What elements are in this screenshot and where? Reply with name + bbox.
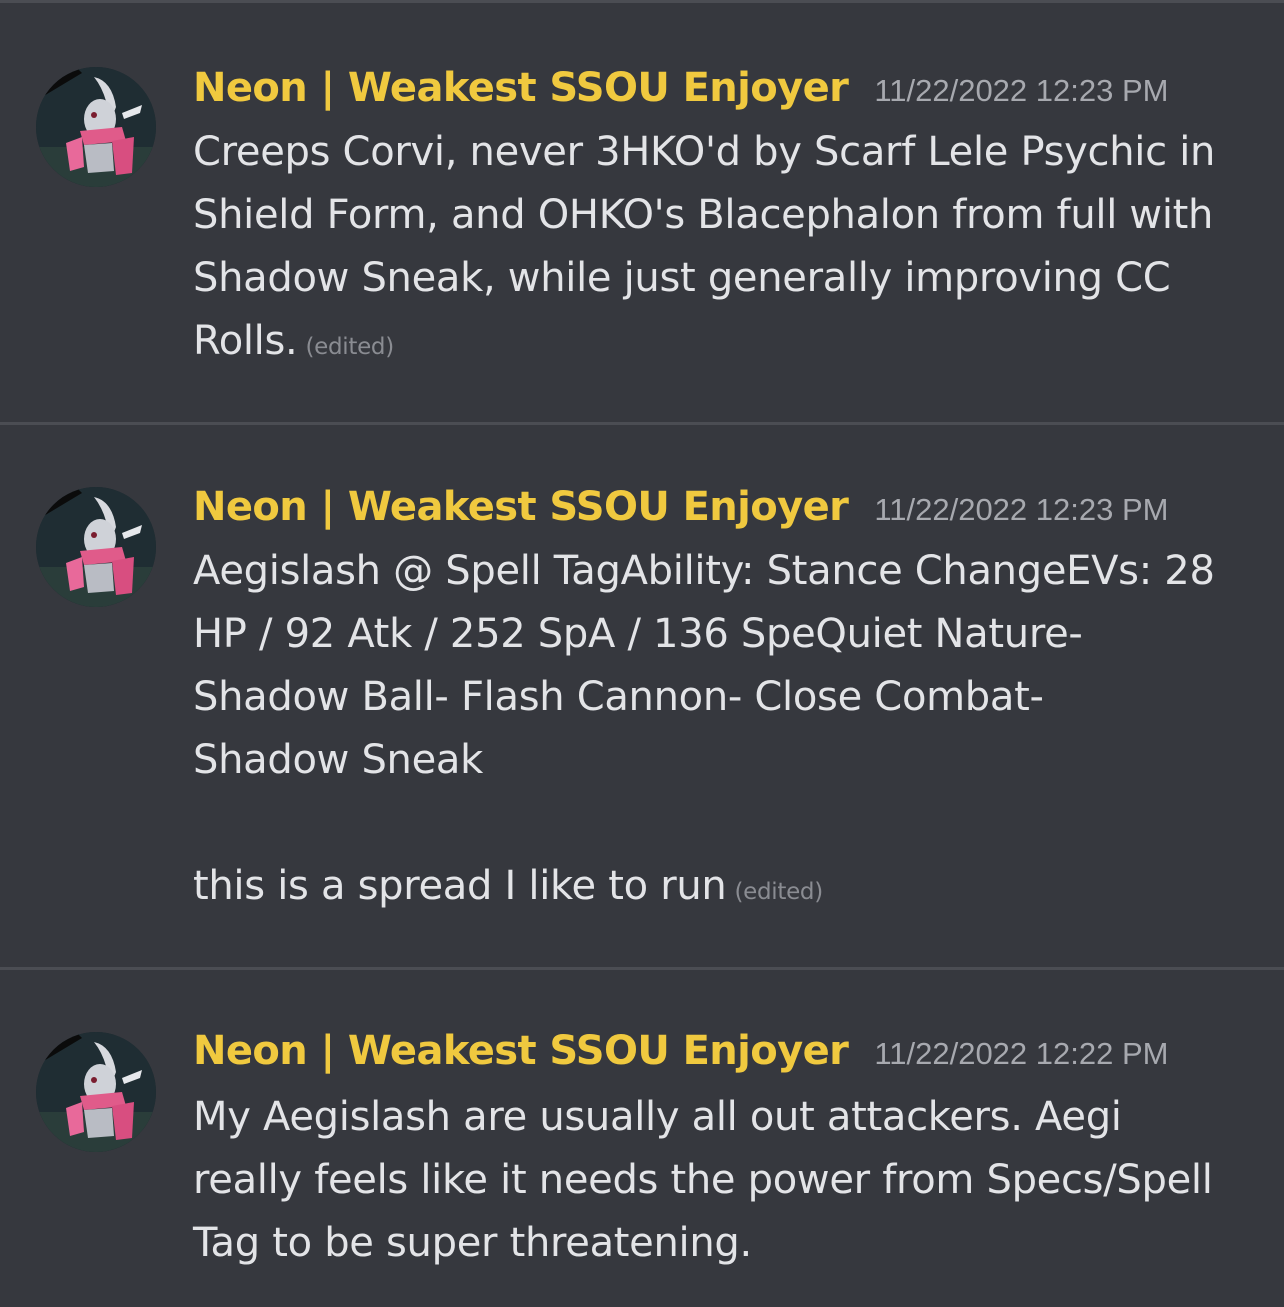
message-content: My Aegislash are usually all out attacke… (193, 1086, 1263, 1275)
message-content: Creeps Corvi, never 3HKO'd by Scarf Lele… (193, 121, 1263, 379)
message-content: Aegislash @ Spell TagAbility: Stance Cha… (193, 540, 1263, 924)
message-line-text: this is a spread I like to run (193, 863, 727, 909)
message-line: Creeps Corvi, never 3HKO'd by Scarf Lele… (193, 129, 1216, 175)
user-avatar[interactable] (36, 1032, 156, 1152)
message-line: Shadow Sneak, while just generally impro… (193, 255, 1171, 301)
user-avatar[interactable] (36, 67, 156, 187)
aegislash-avatar-icon (36, 67, 156, 187)
message-line: Rolls. (edited) (193, 310, 1263, 379)
message-line: HP / 92 Atk / 252 SpA / 136 SpeQuiet Nat… (193, 611, 1083, 657)
message-line: this is a spread I like to run (edited) (193, 855, 1263, 924)
username[interactable]: Neon | Weakest SSOU Enjoyer (193, 65, 849, 111)
edited-label: (edited) (734, 879, 823, 905)
timestamp: 11/22/2022 12:23 PM (874, 73, 1169, 108)
username[interactable]: Neon | Weakest SSOU Enjoyer (193, 484, 849, 530)
message-line: Shadow Sneak (193, 737, 483, 783)
message-list: Neon | Weakest SSOU Enjoyer 11/22/2022 1… (0, 0, 1284, 1307)
message-line: My Aegislash are usually all out attacke… (193, 1094, 1122, 1140)
message-line: really feels like it needs the power fro… (193, 1157, 1213, 1203)
message-line-text: Rolls. (193, 318, 298, 364)
message-line: Aegislash @ Spell TagAbility: Stance Cha… (193, 548, 1215, 594)
timestamp: 11/22/2022 12:22 PM (874, 1036, 1169, 1071)
aegislash-avatar-icon (36, 487, 156, 607)
user-avatar[interactable] (36, 487, 156, 607)
message-line: Shield Form, and OHKO's Blacephalon from… (193, 192, 1214, 238)
message-divider (0, 422, 1284, 425)
username[interactable]: Neon | Weakest SSOU Enjoyer (193, 1028, 849, 1074)
timestamp: 11/22/2022 12:23 PM (874, 492, 1169, 527)
message-divider (0, 967, 1284, 970)
aegislash-avatar-icon (36, 1032, 156, 1152)
message-line: Shadow Ball- Flash Cannon- Close Combat- (193, 674, 1044, 720)
message-line: Tag to be super threatening. (193, 1220, 752, 1266)
edited-label: (edited) (305, 334, 394, 360)
